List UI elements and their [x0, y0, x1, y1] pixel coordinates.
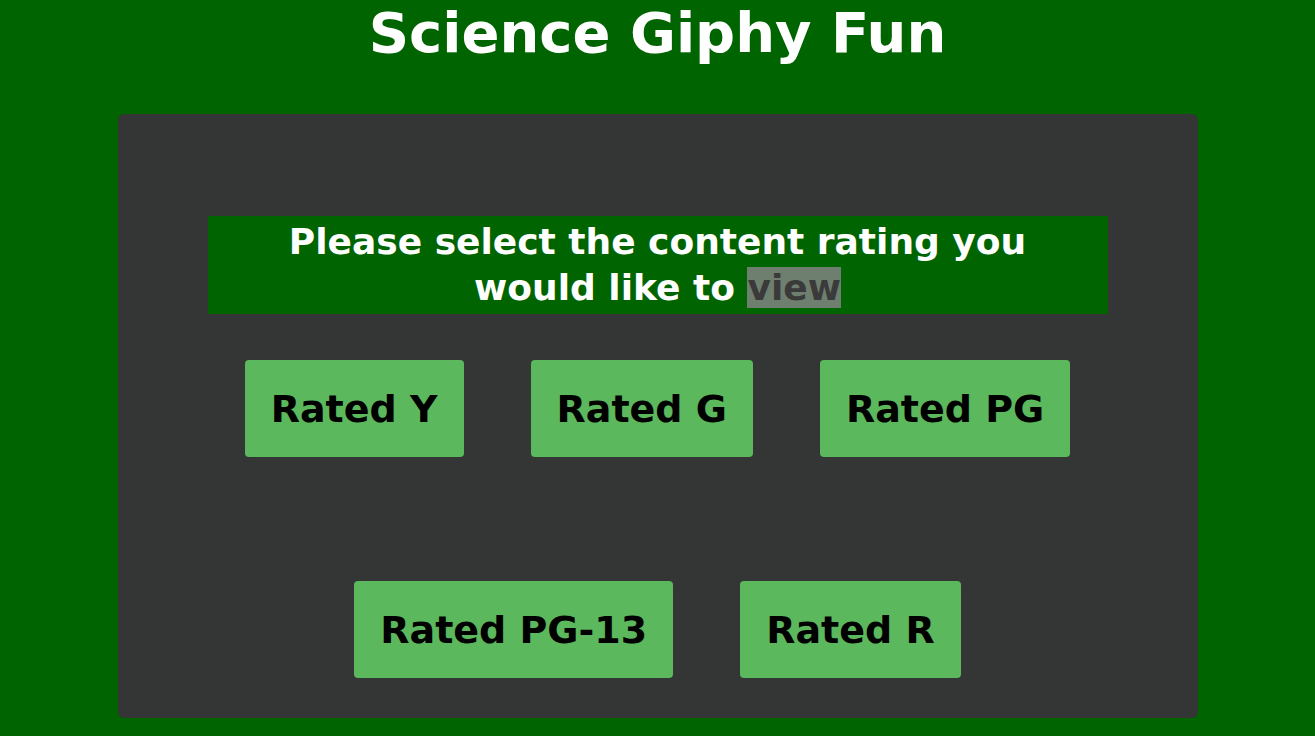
prompt-text: Please select the content rating you wou…: [228, 219, 1088, 311]
prompt-part: view: [747, 267, 840, 308]
prompt-part: Please select the content rating you wou…: [289, 221, 1026, 308]
page-title: Science Giphy Fun: [369, 0, 947, 66]
rating-button[interactable]: Rated G: [531, 360, 753, 457]
page-header: Science Giphy Fun: [0, 0, 1315, 114]
prompt-box: Please select the content rating you wou…: [208, 216, 1108, 314]
rating-button[interactable]: Rated PG: [820, 360, 1070, 457]
rating-button[interactable]: Rated PG-13: [354, 581, 673, 678]
chalkboard-panel: Please select the content rating you wou…: [118, 114, 1198, 718]
rating-button[interactable]: Rated R: [740, 581, 961, 678]
rating-button[interactable]: Rated Y: [245, 360, 464, 457]
rating-buttons: Rated Y Rated G Rated PG Rated PG-13 Rated R: [158, 360, 1158, 678]
